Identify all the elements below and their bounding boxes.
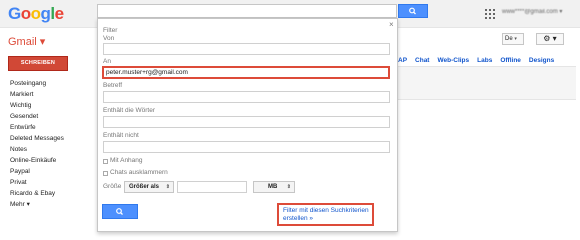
gear-icon: ⚙ ▾ (543, 34, 557, 43)
tab-designs[interactable]: Designs (529, 57, 554, 64)
logo-letter: g (40, 4, 51, 23)
attachment-label: Mit Anhang (110, 157, 143, 164)
create-filter-link[interactable]: Filter mit diesen Suchkriterien erstelle… (277, 203, 374, 226)
sidebar-nav: Posteingang Markiert Wichtig Gesendet En… (10, 78, 64, 210)
sidebar-item-notes[interactable]: Notes (10, 144, 64, 155)
close-icon[interactable]: × (389, 20, 394, 29)
from-field[interactable] (103, 43, 390, 55)
sidebar-item-ricardo-ebay[interactable]: Ricardo & Ebay (10, 188, 64, 199)
apps-grid-icon[interactable] (485, 9, 495, 19)
has-words-label: Enthält die Wörter (103, 107, 156, 114)
subject-label: Betreff (103, 82, 123, 89)
filter-search-button[interactable] (102, 204, 138, 219)
tab-ap[interactable]: AP (398, 57, 407, 64)
search-icon (409, 7, 416, 15)
google-logo[interactable]: Google (8, 4, 64, 24)
size-unit-value: MB (268, 184, 278, 190)
chevron-updown-icon: ⇕ (286, 184, 291, 190)
sidebar-item-deleted-messages[interactable]: Deleted Messages (10, 133, 64, 144)
settings-tabs: AP Chat Web-Clips Labs Offline Designs (398, 57, 562, 64)
from-label: Von (103, 35, 115, 42)
sidebar-item-gesendet[interactable]: Gesendet (10, 111, 64, 122)
divider (396, 99, 576, 100)
not-has-field[interactable] (103, 141, 390, 153)
search-icon (116, 208, 123, 215)
compose-button[interactable]: SCHREIBEN (8, 56, 68, 71)
sidebar-item-more[interactable]: Mehr ▾ (10, 199, 64, 210)
tab-web-clips[interactable]: Web-Clips (437, 57, 469, 64)
sidebar-item-paypal[interactable]: Paypal (10, 166, 64, 177)
chevron-updown-icon: ⇕ (165, 184, 170, 190)
sidebar-item-posteingang[interactable]: Posteingang (10, 78, 64, 89)
account-menu[interactable]: www****@gmail.com ▾ (502, 8, 562, 15)
tab-offline[interactable]: Offline (500, 57, 521, 64)
sidebar-item-privat[interactable]: Privat (10, 177, 64, 188)
has-words-field[interactable] (103, 116, 390, 128)
search-input[interactable] (97, 4, 397, 18)
exclude-chats-checkbox[interactable] (103, 171, 108, 176)
attachment-checkbox[interactable] (103, 159, 108, 164)
exclude-chats-label: Chats ausklammern (110, 169, 168, 176)
settings-gear-button[interactable]: ⚙ ▾ (536, 33, 564, 45)
size-unit-select[interactable]: MB ⇕ (253, 181, 295, 193)
gmail-app-switcher[interactable]: Gmail ▾ (8, 35, 45, 48)
to-field[interactable]: peter.muster+rg@gmail.com (102, 66, 390, 79)
sidebar-item-online-einkaeufe[interactable]: Online-Einkäufe (10, 155, 64, 166)
tab-chat[interactable]: Chat (415, 57, 429, 64)
logo-letter: o (20, 4, 31, 23)
language-label: De (505, 36, 513, 42)
to-field-value: peter.muster+rg@gmail.com (106, 69, 188, 76)
subject-field[interactable] (103, 91, 390, 103)
logo-letter: G (8, 4, 21, 23)
language-dropdown[interactable]: De ▾ (502, 33, 524, 45)
content-row (396, 67, 576, 99)
size-operator-value: Größer als (129, 184, 160, 190)
logo-letter: e (54, 4, 64, 23)
chevron-down-icon: ▾ (514, 36, 517, 42)
size-value-input[interactable] (177, 181, 247, 193)
size-operator-select[interactable]: Größer als ⇕ (124, 181, 174, 193)
logo-letter: o (30, 4, 41, 23)
tab-labs[interactable]: Labs (477, 57, 492, 64)
not-has-label: Enthält nicht (103, 132, 139, 139)
sidebar-item-markiert[interactable]: Markiert (10, 89, 64, 100)
sidebar-item-wichtig[interactable]: Wichtig (10, 100, 64, 111)
to-label: An (103, 58, 111, 65)
size-label: Größe (103, 183, 122, 190)
sidebar-item-entwuerfe[interactable]: Entwürfe (10, 122, 64, 133)
search-button[interactable] (398, 4, 428, 18)
filter-title: Filter (103, 27, 118, 34)
